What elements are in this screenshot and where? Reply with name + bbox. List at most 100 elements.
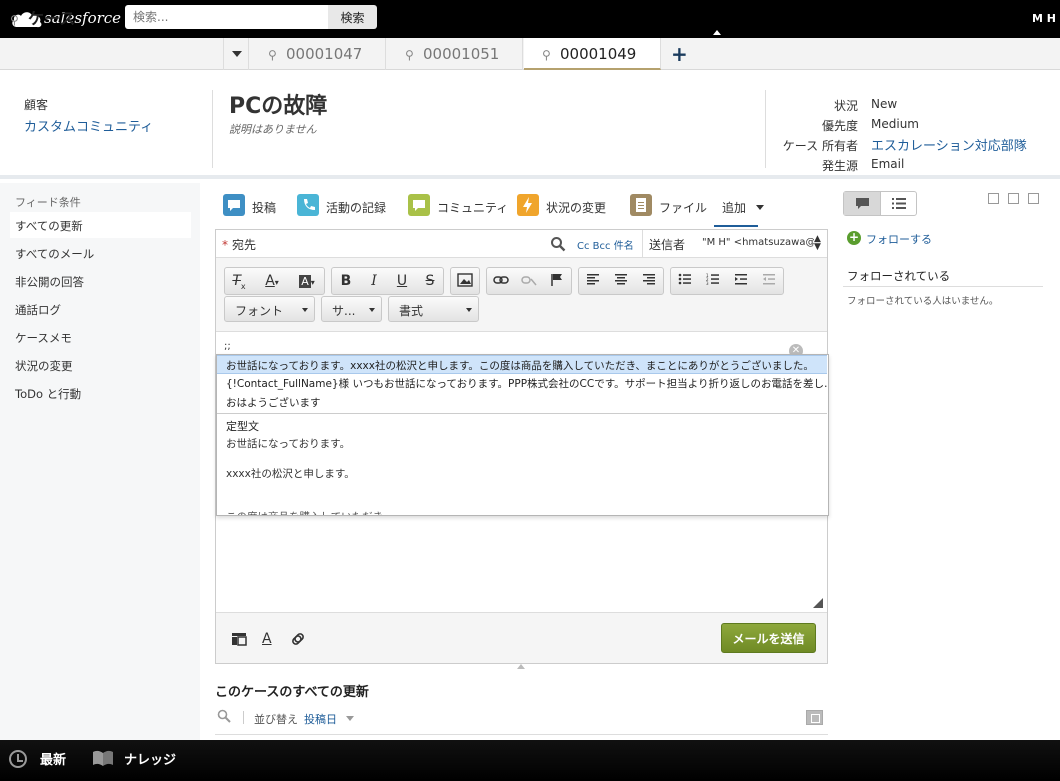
minimize-panel-icon[interactable] [988, 193, 999, 204]
add-tab-button[interactable]: + [671, 42, 688, 66]
divider [215, 734, 828, 735]
action-label: 状況の変更 [546, 201, 607, 215]
maximize-panel-icon[interactable] [1028, 193, 1039, 204]
action-log-activity[interactable]: 活動の記録 [297, 194, 397, 222]
unlink-icon[interactable] [515, 268, 543, 294]
plus-icon[interactable]: + [847, 231, 861, 245]
bold-icon[interactable]: B [332, 268, 360, 294]
to-label-text: 宛先 [232, 238, 257, 252]
tab-dropdown-button[interactable] [223, 38, 249, 70]
active-action-indicator [714, 225, 758, 227]
filter-status-changes[interactable]: 状況の変更 [10, 352, 191, 378]
filter-todo-events[interactable]: ToDo と行動 [10, 380, 191, 406]
divider [217, 413, 827, 414]
action-label: 投稿 [252, 201, 277, 215]
filter-all-emails[interactable]: すべてのメール [10, 240, 191, 266]
filter-call-logs[interactable]: 通話ログ [10, 296, 191, 322]
customer-link[interactable]: カスタムコミュニティ [24, 116, 153, 135]
attachment-icon[interactable] [290, 631, 308, 649]
to-field-label: * 宛先 [222, 236, 256, 253]
subtab-00001051[interactable]: ⚲ 00001051 [387, 38, 523, 70]
feed-filter-sidebar [0, 183, 200, 740]
sort-by-select[interactable]: 投稿日 [304, 711, 337, 727]
link-icon[interactable] [487, 268, 515, 294]
expand-icon[interactable] [806, 710, 823, 725]
text-format-icon[interactable]: A [262, 631, 280, 649]
search-icon[interactable] [217, 709, 231, 723]
action-label: ファイル [659, 201, 708, 215]
feed-view-button[interactable] [844, 192, 881, 215]
email-body-text: ;; [224, 341, 231, 352]
outdent-icon[interactable] [755, 268, 783, 294]
list-view-button[interactable] [881, 192, 916, 215]
text-color-icon[interactable]: A▾ [255, 268, 289, 294]
font-family-select[interactable]: フォント [224, 296, 315, 322]
chevron-down-icon [232, 51, 242, 57]
divider [212, 90, 213, 168]
underline-icon[interactable]: U [388, 268, 416, 294]
font-size-select[interactable]: サ... [321, 296, 382, 322]
customer-label: 顧客 [24, 98, 49, 112]
send-email-button[interactable]: メールを送信 [721, 623, 816, 653]
toolbar-group-align [578, 267, 664, 295]
recent-items-button[interactable]: 最新 [40, 749, 66, 768]
strikethrough-icon[interactable]: S [416, 268, 444, 294]
resize-handle-icon[interactable] [813, 598, 823, 608]
toolbar-group-image [450, 267, 480, 295]
priority-label: 優先度 [821, 119, 858, 133]
quick-text-option[interactable]: おはようございます [217, 393, 827, 412]
background-color-icon[interactable]: A ▾ [289, 268, 325, 294]
action-community[interactable]: コミュニティ [408, 194, 508, 222]
quick-text-option[interactable]: お世話になっております。xxxx社の松沢と申します。この度は商品を購入していただ… [217, 355, 827, 374]
clear-format-icon[interactable]: Tx [225, 268, 253, 294]
global-search-button[interactable]: 検索 [328, 5, 377, 29]
align-left-icon[interactable] [579, 268, 607, 294]
restore-panel-icon[interactable] [1008, 193, 1019, 204]
status-value: New [871, 97, 898, 111]
filter-case-notes[interactable]: ケースメモ [10, 324, 191, 350]
owner-link[interactable]: エスカレーション対応部隊 [871, 135, 1027, 154]
template-icon[interactable] [231, 631, 249, 649]
clock-icon[interactable] [9, 750, 27, 768]
subtab-label: 00001051 [423, 45, 500, 63]
subtab-00001047[interactable]: ⚲ 00001047 [250, 38, 386, 70]
font-size-value: サ... [332, 304, 356, 318]
action-label: コミュニティ [437, 201, 509, 215]
action-more-button[interactable]: 追加 [722, 199, 746, 216]
action-change-status[interactable]: 状況の変更 [517, 194, 617, 222]
search-icon[interactable] [550, 236, 566, 252]
feed-title: このケースのすべての更新 [215, 685, 369, 700]
divider [642, 230, 643, 258]
subtab-00001049[interactable]: ⚲ 00001049 [524, 38, 661, 70]
collapse-caret-icon[interactable] [517, 664, 525, 669]
quick-text-preview-line: お世話になっております。 [226, 438, 351, 450]
bulleted-list-icon[interactable] [671, 268, 699, 294]
numbered-list-icon[interactable]: 123 [699, 268, 727, 294]
book-icon[interactable] [92, 749, 114, 767]
filter-private-answers[interactable]: 非公開の回答 [10, 268, 191, 294]
user-menu[interactable]: M H [1032, 12, 1056, 25]
global-search-input[interactable] [125, 5, 330, 29]
filter-all-updates[interactable]: すべての更新 [10, 212, 191, 238]
subtab-label: 00001049 [560, 45, 637, 63]
format-select[interactable]: 書式 [388, 296, 479, 322]
main-tab-cases[interactable]: ⚲ ケース [10, 5, 75, 29]
community-icon [408, 194, 430, 216]
from-select[interactable]: "M H" <hmatsuzawa@ [702, 237, 814, 248]
flag-icon[interactable] [543, 268, 571, 294]
image-icon[interactable] [451, 268, 479, 294]
align-right-icon[interactable] [635, 268, 663, 294]
follow-link[interactable]: フォローする [866, 231, 932, 247]
quick-text-option[interactable]: {!Contact_FullName}様 いつもお世話になっております。PPP株… [217, 374, 827, 393]
indent-icon[interactable] [727, 268, 755, 294]
divider [243, 711, 244, 724]
cc-bcc-subject-link[interactable]: Cc Bcc 件名 [577, 237, 634, 252]
format-value: 書式 [399, 304, 424, 318]
knowledge-button[interactable]: ナレッジ [124, 749, 176, 768]
origin-value: Email [871, 157, 905, 171]
italic-icon[interactable]: I [360, 268, 388, 294]
action-file[interactable]: ファイル [630, 194, 710, 222]
toolbar-group-clear-format: Tx A▾ A ▾ [224, 267, 325, 295]
action-post[interactable]: 投稿 [223, 194, 293, 222]
align-center-icon[interactable] [607, 268, 635, 294]
